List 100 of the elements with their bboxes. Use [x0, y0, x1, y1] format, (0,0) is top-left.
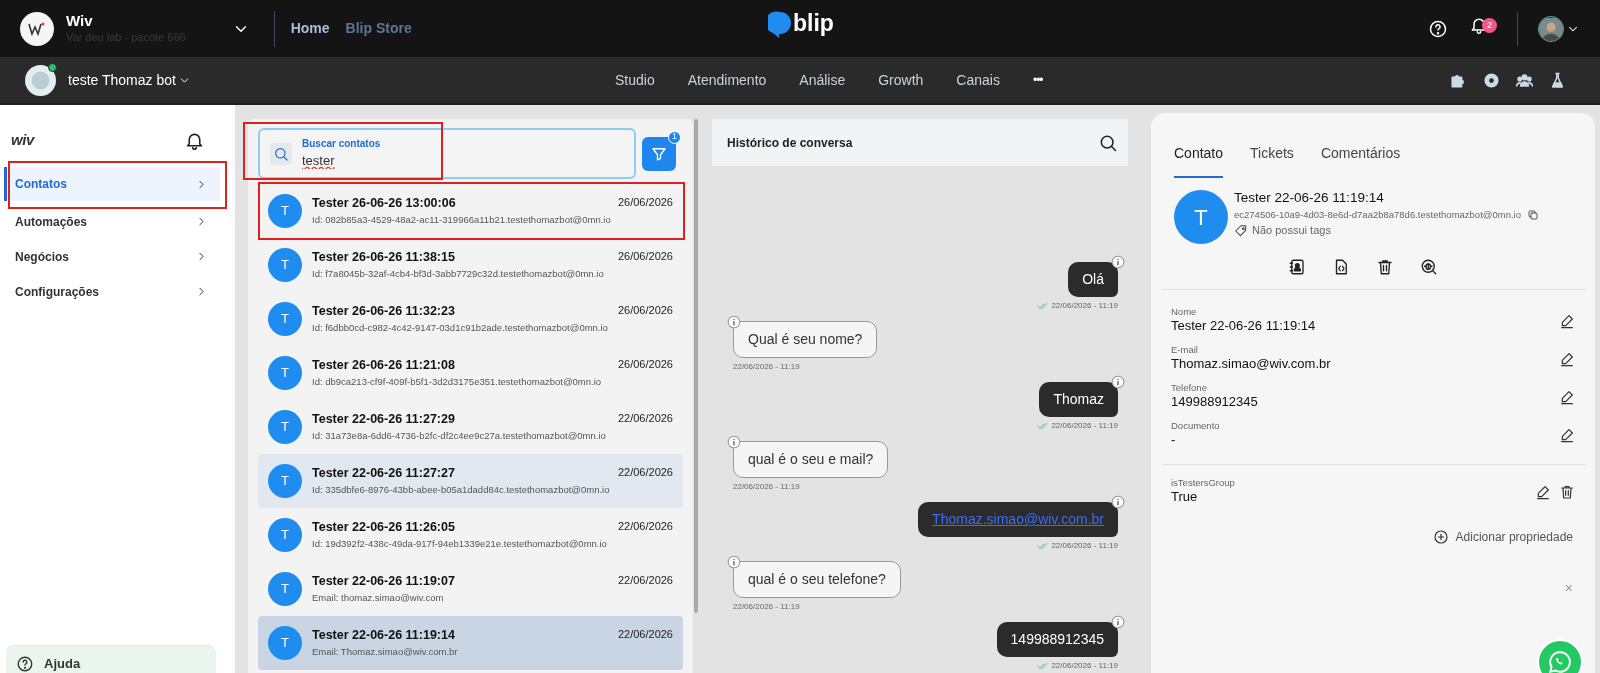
edit-icon[interactable] [1535, 483, 1551, 500]
contact-detail: Id: 19d392f2-438c-49da-917f-94eb1339e21e.testethomazbot@0mn.io [312, 538, 608, 551]
message-time: 22/06/2026 - 11:19 [733, 481, 800, 493]
contact-date: 22/06/2026 [617, 519, 673, 534]
contact-avatar: T [268, 194, 302, 228]
contact-row[interactable]: T Tester 26-06-26 11:21:08 26/06/2026 Id: db9ca213-cf9f-409f-b5f1-3d2d3175e351.testethomazbot@0mn.io [258, 346, 683, 400]
contact-avatar: T [268, 302, 302, 336]
sidebar-item[interactable]: Negócios [4, 242, 220, 271]
info-icon[interactable] [1111, 375, 1125, 389]
search-input[interactable]: tester [302, 153, 502, 170]
scrollbar[interactable] [694, 119, 698, 613]
nav-tab[interactable]: Home [290, 18, 330, 39]
contact-date: 26/06/2026 [617, 195, 673, 210]
message-time: 22/06/2026 - 11:19 [1051, 420, 1118, 432]
contact-name: Tester 22-06-26 11:19:14 [1234, 190, 1385, 207]
search-field[interactable]: Buscar contatos tester [258, 128, 636, 179]
contact-date: 22/06/2026 [617, 411, 673, 426]
bug-search-icon[interactable] [1420, 258, 1438, 276]
message-text: Qual é seu nome? [748, 331, 863, 347]
info-icon[interactable] [1111, 615, 1125, 629]
double-check-icon [1037, 660, 1050, 672]
message-text: Olá [1082, 271, 1104, 287]
contact-row[interactable]: T Tester 22-06-26 11:26:05 22/06/2026 Id: 19d392f2-438c-49da-917f-94eb1339e21e.testethomazbot@0mn.io [258, 508, 683, 562]
contact-detail: Id: db9ca213-cf9f-409f-b5f1-3d2d3175e351.testethomazbot@0mn.io [312, 376, 603, 389]
panel-tab[interactable]: Contato [1174, 143, 1224, 178]
edit-icon[interactable] [1559, 388, 1575, 405]
trash-icon[interactable] [1376, 258, 1394, 276]
field-value: Tester 22-06-26 11:19:14 [1171, 318, 1317, 335]
nav-tab[interactable]: Blip Store [345, 18, 412, 39]
message-text: qual é o seu e mail? [748, 451, 874, 467]
contact-name: Tester 26-06-26 13:00:06 [312, 195, 456, 212]
contact-row[interactable]: T Tester 22-06-26 11:19:14 22/06/2026 Email: Thomaz.simao@wiv.com.br [258, 616, 683, 670]
bot-name[interactable]: teste Thomaz bot [68, 69, 176, 91]
contact-avatar: T [268, 410, 302, 444]
contact-row[interactable]: T Tester 26-06-26 13:00:06 26/06/2026 Id: 082b85a3-4529-48a2-ac11-319966a11b21.testethomazbot@0mn.io [258, 184, 683, 238]
plus-icon [1432, 529, 1449, 545]
trash-icon[interactable] [1559, 483, 1575, 500]
help-icon [16, 654, 34, 673]
contact-card-icon[interactable] [1288, 258, 1306, 276]
sidebar-item[interactable]: Automações [4, 207, 220, 236]
user-avatar[interactable] [1538, 15, 1564, 42]
org-name: Wiv [66, 12, 94, 31]
contact-row[interactable]: T Tester 26-06-26 11:32:23 26/06/2026 Id: f6dbb0cd-c982-4c42-9147-03d1c91b2ade.testethomazbot@0mn.io [258, 292, 683, 346]
panel-tab[interactable]: Comentários [1320, 143, 1401, 178]
sidebar-item[interactable]: Contatos [4, 167, 220, 201]
contact-row[interactable]: T Tester 22-06-26 11:27:29 22/06/2026 Id: 31a73e8a-6dd6-4736-b2fc-df2c4ee9c27a.testethomazbot@0mn.io [258, 400, 683, 454]
double-check-icon [1037, 420, 1050, 432]
contact-row[interactable]: T Tester 26-06-26 11:38:15 26/06/2026 Id: f7a8045b-32af-4cb4-bf3d-3abb7729c32d.testethomazbot@0mn.io [258, 238, 683, 292]
contact-date: 26/06/2026 [617, 249, 673, 264]
search-icon [273, 145, 289, 162]
contact-row[interactable]: T Tester 22-06-26 11:27:27 22/06/2026 Id: 335dbfe6-8976-43bb-abee-b05a1dadd84c.testethomazbot@0mn.io [258, 454, 683, 508]
double-check-icon [1037, 300, 1050, 312]
tag-icon [1234, 223, 1248, 238]
filter-count-badge: 1 [668, 130, 681, 144]
contact-name: Tester 26-06-26 11:38:15 [312, 249, 455, 266]
chat-bubble-logo-icon [768, 11, 792, 40]
nav-link[interactable]: Análise [799, 69, 846, 91]
brand-logo: blip [793, 9, 834, 38]
help-button[interactable]: Ajuda [6, 645, 216, 673]
bot-avatar [25, 64, 56, 96]
message-time: 22/06/2026 - 11:19 [733, 361, 800, 373]
panel-tab[interactable]: Tickets [1250, 143, 1294, 178]
message-text: Thomaz [1053, 391, 1104, 407]
info-icon[interactable] [1111, 495, 1125, 509]
contact-detail: Id: 31a73e8a-6dd6-4736-b2fc-df2c4ee9c27a.testethomazbot@0mn.io [312, 430, 607, 443]
more-button[interactable]: ••• [1032, 71, 1043, 89]
help-icon[interactable] [1428, 18, 1448, 39]
message-time: 22/06/2026 - 11:19 [1051, 660, 1118, 672]
nav-link[interactable]: Atendimento [687, 69, 767, 91]
copy-icon[interactable] [1526, 208, 1539, 221]
field-label: Telefone [1171, 382, 1208, 395]
edit-icon[interactable] [1559, 350, 1575, 367]
contact-avatar: T [268, 248, 302, 282]
double-check-icon [1037, 540, 1050, 552]
contact-name: Tester 22-06-26 11:19:07 [312, 573, 455, 590]
field-value: Thomaz.simao@wiv.com.br [1171, 356, 1332, 373]
info-icon[interactable] [1111, 255, 1125, 269]
nav-link[interactable]: Canais [956, 69, 1000, 91]
edit-icon[interactable] [1559, 312, 1575, 329]
contact-row[interactable]: T Tester 22-06-26 11:19:07 22/06/2026 Email: thomaz.simao@wiv.com [258, 562, 683, 616]
contact-name: Tester 22-06-26 11:27:27 [312, 465, 455, 482]
nav-link[interactable]: Growth [878, 69, 924, 91]
nav-link[interactable]: Studio [615, 69, 655, 91]
message-text: qual é o seu telefone? [748, 571, 886, 587]
add-property-button[interactable]: Adicionar propriedade [1432, 528, 1573, 546]
edit-icon[interactable] [1559, 426, 1575, 443]
field-value: - [1171, 432, 1177, 449]
contact-date: 26/06/2026 [617, 303, 673, 318]
contact-date: 22/06/2026 [617, 627, 673, 642]
settings-icon[interactable] [1482, 70, 1501, 90]
field-label: Nome [1171, 306, 1198, 319]
contact-date: 22/06/2026 [617, 573, 673, 588]
sidebar-item[interactable]: Configurações [4, 277, 220, 306]
field-value: True [1171, 489, 1199, 506]
message-text: 149988912345 [1010, 631, 1104, 647]
message-time: 22/06/2026 - 11:19 [1051, 300, 1118, 312]
contact-name: Tester 26-06-26 11:32:23 [312, 303, 455, 320]
message-time: 22/06/2026 - 11:19 [733, 601, 800, 613]
contact-avatar: T [268, 356, 302, 390]
contact-name: Tester 22-06-26 11:19:14 [312, 627, 455, 644]
